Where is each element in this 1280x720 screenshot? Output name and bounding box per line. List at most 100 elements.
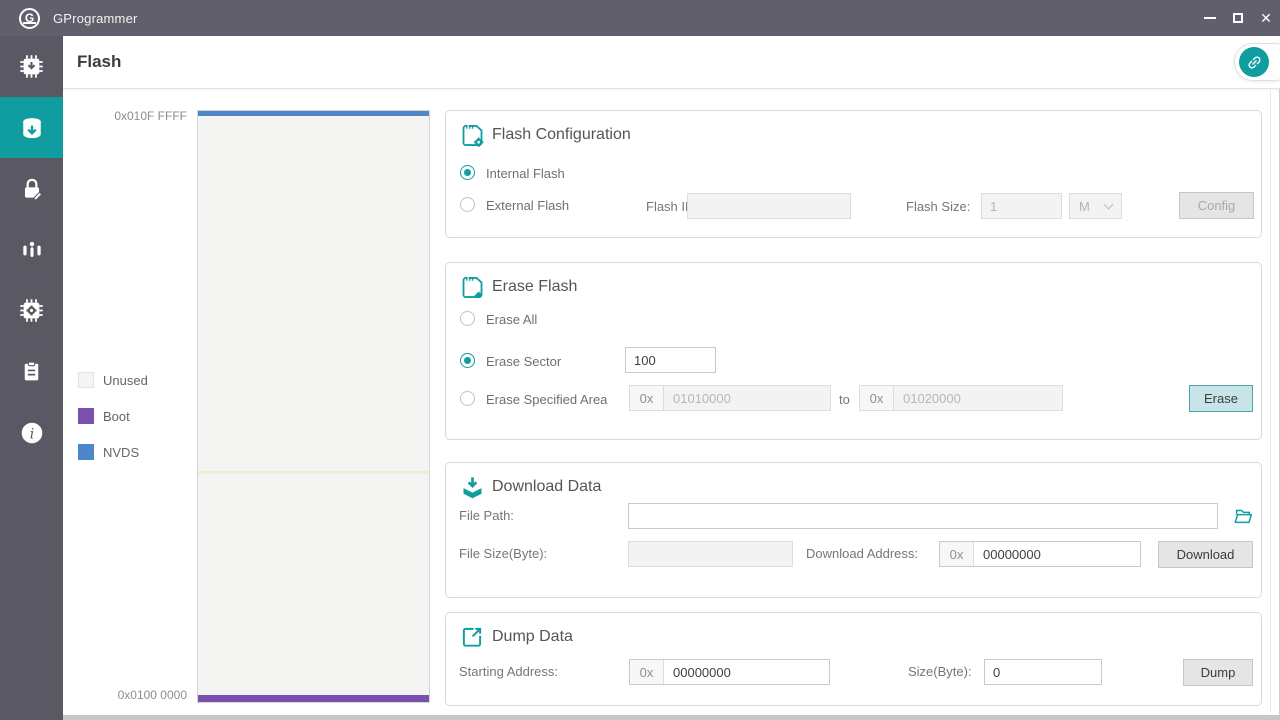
memory-region-boundary bbox=[198, 471, 429, 474]
download-address-input[interactable] bbox=[974, 542, 1140, 566]
hex-prefix: 0x bbox=[860, 386, 894, 410]
flash-config-icon bbox=[459, 122, 486, 149]
legend-item-nvds: NVDS bbox=[78, 444, 139, 460]
maximize-icon bbox=[1233, 13, 1243, 23]
file-size-label: File Size(Byte): bbox=[459, 546, 547, 561]
erase-area-radio[interactable] bbox=[460, 391, 475, 406]
panel-title: Download Data bbox=[492, 478, 601, 496]
sidebar-item-chip-config[interactable] bbox=[0, 280, 63, 341]
hex-prefix: 0x bbox=[630, 660, 664, 684]
erase-area-label: Erase Specified Area bbox=[486, 392, 607, 407]
download-button[interactable]: Download bbox=[1158, 541, 1253, 568]
title-bar: G GProgrammer ✕ bbox=[0, 0, 1280, 36]
erase-to-input bbox=[894, 386, 1062, 410]
hex-prefix: 0x bbox=[630, 386, 664, 410]
page-title: Flash bbox=[77, 52, 121, 72]
page-header: Flash bbox=[63, 36, 1280, 89]
minimize-icon bbox=[1204, 17, 1216, 19]
lock-sign-icon bbox=[19, 176, 45, 202]
window-bottom-edge bbox=[63, 715, 1280, 720]
flash-size-unit-select: M bbox=[1069, 193, 1122, 219]
gprogrammer-window: G GProgrammer ✕ bbox=[0, 0, 1280, 720]
flash-id-input bbox=[687, 193, 851, 219]
download-address-label: Download Address: bbox=[806, 546, 918, 561]
link-icon bbox=[1246, 54, 1263, 71]
erase-sector-label: Erase Sector bbox=[486, 354, 561, 369]
legend-item-unused: Unused bbox=[78, 372, 148, 388]
flash-size-input bbox=[981, 193, 1062, 219]
erase-to-group: 0x bbox=[859, 385, 1063, 411]
file-size-input bbox=[628, 541, 793, 567]
info-icon: i bbox=[19, 420, 45, 446]
sidebar-item-log[interactable] bbox=[0, 341, 63, 402]
erase-flash-icon bbox=[459, 274, 486, 301]
download-data-panel: Download Data File Path: File Size(Byte)… bbox=[445, 462, 1262, 598]
external-flash-radio[interactable] bbox=[460, 197, 475, 212]
erase-sector-input[interactable] bbox=[625, 347, 716, 373]
chip-download-icon bbox=[18, 53, 45, 80]
dump-size-input[interactable] bbox=[984, 659, 1102, 685]
file-path-label: File Path: bbox=[459, 508, 514, 523]
starting-address-label: Starting Address: bbox=[459, 664, 558, 679]
sidebar-item-about[interactable]: i bbox=[0, 402, 63, 463]
panel-title: Flash Configuration bbox=[492, 126, 631, 144]
dump-button[interactable]: Dump bbox=[1183, 659, 1253, 686]
memory-top-address: 0x010F FFFF bbox=[67, 109, 187, 123]
legend-item-boot: Boot bbox=[78, 408, 130, 424]
panel-title: Dump Data bbox=[492, 628, 573, 646]
connect-button[interactable] bbox=[1239, 47, 1269, 77]
erase-from-group: 0x bbox=[629, 385, 831, 411]
hex-prefix: 0x bbox=[940, 542, 974, 566]
scrollbar-track[interactable] bbox=[1270, 89, 1271, 713]
memory-region-nvds bbox=[198, 111, 429, 116]
log-clipboard-icon bbox=[19, 359, 44, 384]
flash-memory-icon bbox=[18, 114, 46, 142]
file-path-input[interactable] bbox=[628, 503, 1218, 529]
erase-all-radio[interactable] bbox=[460, 311, 475, 326]
erase-flash-panel: Erase Flash Erase All Erase Sector Erase… bbox=[445, 262, 1262, 440]
internal-flash-radio[interactable] bbox=[460, 165, 475, 180]
unused-swatch bbox=[78, 372, 94, 388]
dump-size-label: Size(Byte): bbox=[908, 664, 972, 679]
chevron-down-icon bbox=[1104, 200, 1114, 210]
chip-config-icon bbox=[18, 297, 45, 324]
svg-text:i: i bbox=[29, 426, 34, 442]
memory-region-boot bbox=[198, 695, 429, 702]
sidebar: i bbox=[0, 36, 63, 720]
close-button[interactable]: ✕ bbox=[1252, 0, 1280, 36]
erase-button[interactable]: Erase bbox=[1189, 385, 1253, 412]
erase-sector-radio[interactable] bbox=[460, 353, 475, 368]
internal-flash-label: Internal Flash bbox=[486, 166, 565, 181]
sidebar-item-encrypt-sign[interactable] bbox=[0, 158, 63, 219]
memory-map-bar bbox=[197, 110, 430, 703]
flash-size-label: Flash Size: bbox=[906, 199, 970, 214]
pin-connector-icon bbox=[19, 237, 45, 263]
connect-pill bbox=[1234, 43, 1280, 81]
close-icon: ✕ bbox=[1260, 11, 1272, 25]
panel-title: Erase Flash bbox=[492, 278, 577, 296]
erase-from-input bbox=[664, 386, 830, 410]
dump-data-icon bbox=[459, 624, 485, 650]
nvds-swatch bbox=[78, 444, 94, 460]
starting-address-group: 0x bbox=[629, 659, 830, 685]
external-flash-label: External Flash bbox=[486, 198, 569, 213]
maximize-button[interactable] bbox=[1224, 0, 1252, 36]
sidebar-item-efuse[interactable] bbox=[0, 219, 63, 280]
flash-configuration-panel: Flash Configuration Internal Flash Exter… bbox=[445, 110, 1262, 238]
to-label: to bbox=[839, 392, 850, 407]
erase-all-label: Erase All bbox=[486, 312, 537, 327]
dump-data-panel: Dump Data Starting Address: 0x Size(Byte… bbox=[445, 612, 1262, 706]
sidebar-item-firmware[interactable] bbox=[0, 36, 63, 97]
memory-bottom-address: 0x0100 0000 bbox=[67, 688, 187, 702]
window-title: GProgrammer bbox=[53, 11, 138, 26]
starting-address-input[interactable] bbox=[664, 660, 829, 684]
goodix-logo-icon: G bbox=[19, 8, 40, 29]
download-address-group: 0x bbox=[939, 541, 1141, 567]
minimize-button[interactable] bbox=[1196, 0, 1224, 36]
boot-swatch bbox=[78, 408, 94, 424]
window-controls: ✕ bbox=[1196, 0, 1280, 36]
config-button[interactable]: Config bbox=[1179, 192, 1254, 219]
open-folder-icon[interactable] bbox=[1232, 505, 1254, 527]
sidebar-item-flash[interactable] bbox=[0, 97, 63, 158]
download-data-icon bbox=[459, 474, 486, 501]
